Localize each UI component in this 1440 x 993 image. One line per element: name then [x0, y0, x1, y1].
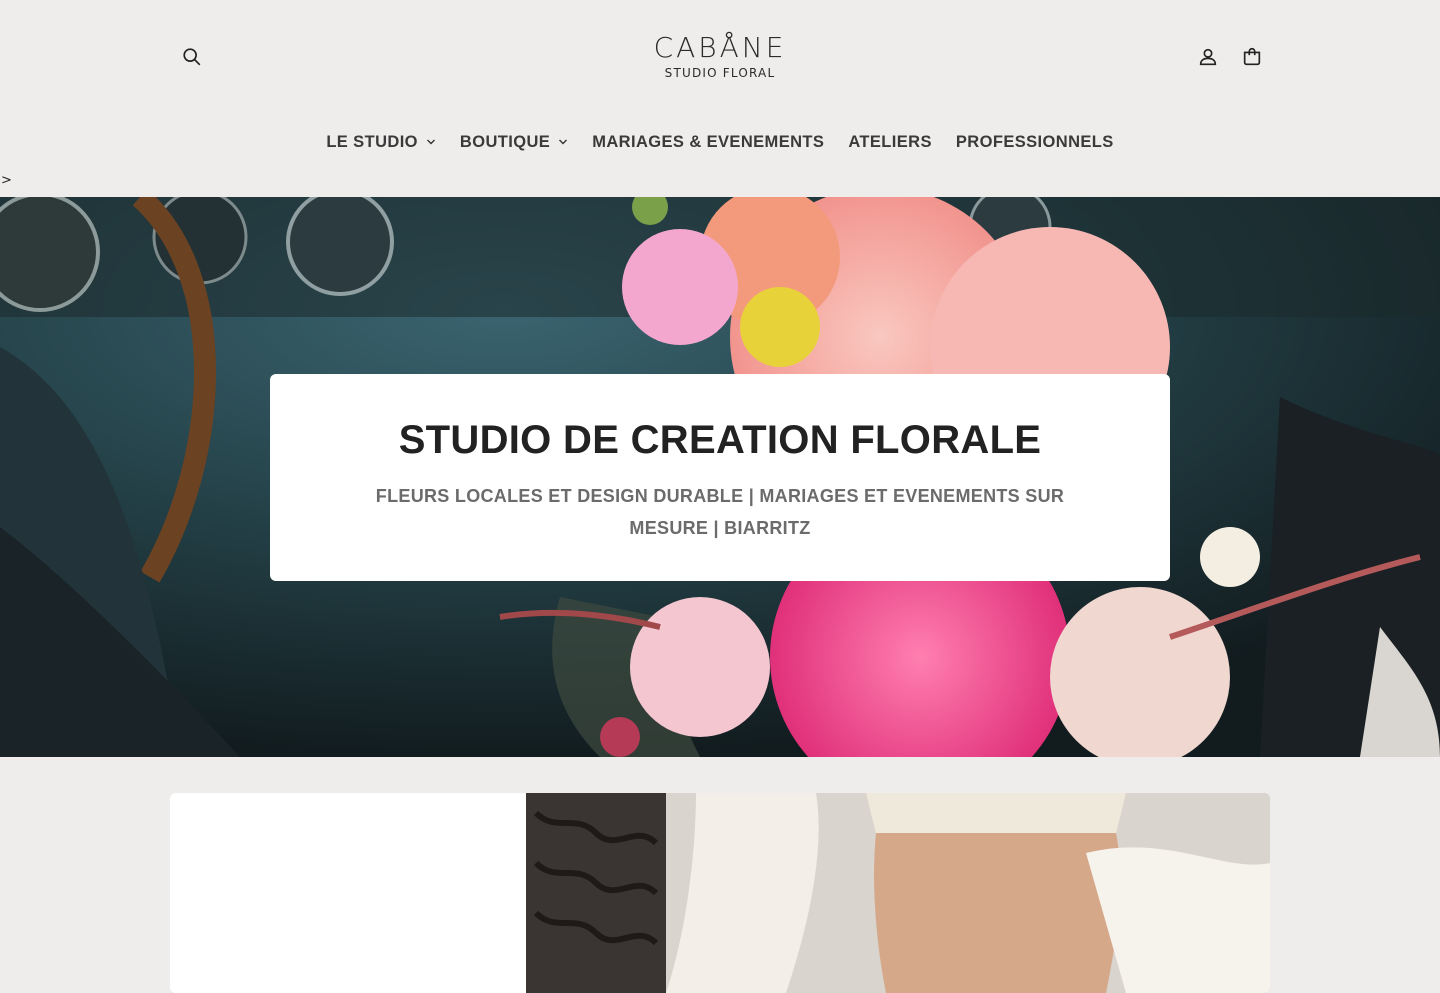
nav-item-mariages-evenements[interactable]: MARIAGES & EVENEMENTS — [580, 128, 836, 156]
nav-item-professionnels[interactable]: PROFESSIONNELS — [944, 128, 1126, 156]
chevron-down-icon — [559, 139, 568, 145]
nav-item-ateliers[interactable]: ATELIERS — [836, 128, 944, 156]
nav-item-label: BOUTIQUE — [459, 132, 551, 151]
cart-icon — [1243, 47, 1261, 66]
site-header: CABÅNE STUDIO FLORAL — [0, 0, 1440, 110]
nav-item-label: MARIAGES & EVENEMENTS — [592, 132, 825, 151]
stray-text: > — [1, 173, 12, 188]
logo-wordmark: CABÅNE — [653, 31, 787, 64]
account-button[interactable] — [1190, 39, 1226, 75]
search-button[interactable] — [174, 39, 210, 75]
search-icon — [183, 48, 201, 66]
nav-item-le-studio[interactable]: LE STUDIO — [314, 128, 448, 156]
chevron-down-icon — [426, 139, 435, 145]
account-icon — [1199, 48, 1217, 66]
logo-tagline: STUDIO FLORAL — [664, 66, 776, 80]
nav-item-boutique[interactable]: BOUTIQUE — [448, 128, 580, 156]
nav-item-label: ATELIERS — [848, 132, 932, 151]
hero-subtitle: FLEURS LOCALES ET DESIGN DURABLE | MARIA… — [375, 486, 1065, 538]
feature-image — [526, 793, 1270, 993]
site-logo[interactable]: CABÅNE STUDIO FLORAL — [620, 30, 820, 80]
main-nav: LE STUDIO BOUTIQUE MARIAGES & EVENEMENTS… — [0, 128, 1440, 156]
hero-title: STUDIO DE CREATION FLORALE — [398, 418, 1042, 462]
hero-banner: STUDIO DE CREATION FLORALE FLEURS LOCALE… — [0, 197, 1440, 757]
feature-photo — [526, 793, 1270, 993]
hero-card: STUDIO DE CREATION FLORALE FLEURS LOCALE… — [270, 374, 1170, 581]
nav-item-label: PROFESSIONNELS — [955, 132, 1114, 151]
feature-section — [170, 793, 1270, 993]
feature-text-panel — [170, 793, 526, 993]
nav-item-label: LE STUDIO — [326, 132, 418, 151]
cart-button[interactable] — [1234, 39, 1270, 75]
